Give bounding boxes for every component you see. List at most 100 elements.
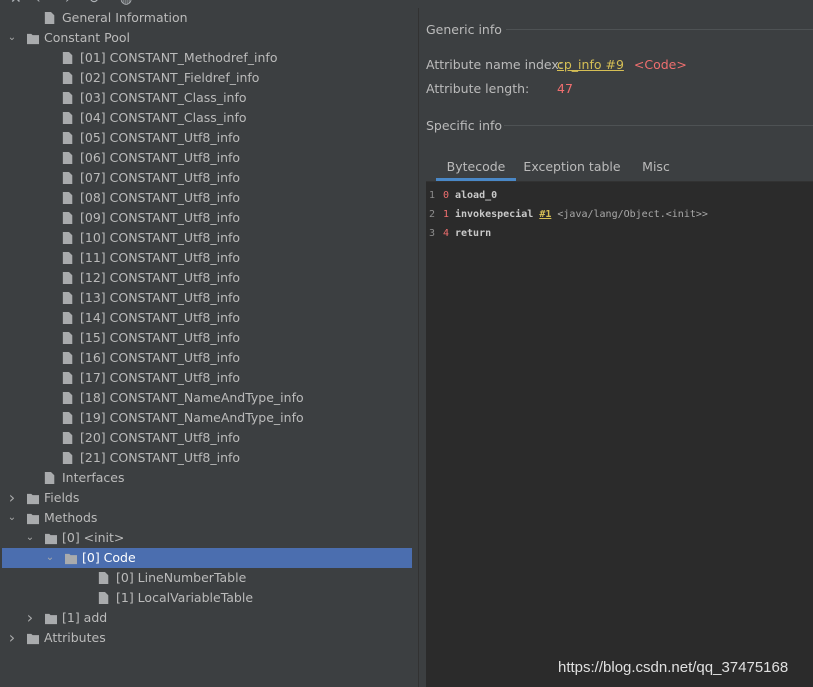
tree-node[interactable]: Interfaces xyxy=(0,468,418,488)
tree-node[interactable]: › [1] add xyxy=(0,608,418,628)
chevron-down-icon[interactable]: ⌄ xyxy=(6,508,18,528)
tree-node-label: [08] CONSTANT_Utf8_info xyxy=(80,190,241,205)
generic-info-divider xyxy=(506,29,813,30)
tree-node[interactable]: › Attributes xyxy=(0,628,418,648)
tree-node[interactable]: [02] CONSTANT_Fieldref_info xyxy=(0,68,418,88)
tree-node-label: Interfaces xyxy=(62,470,125,485)
chevron-right-icon[interactable]: › xyxy=(6,628,18,648)
tree-node-label: [16] CONSTANT_Utf8_info xyxy=(80,350,241,365)
tree-node-label: Fields xyxy=(44,490,80,505)
tree-node[interactable]: [09] CONSTANT_Utf8_info xyxy=(0,208,418,228)
web-icon[interactable]: ◍ xyxy=(120,0,132,7)
file-icon xyxy=(62,71,76,85)
tree-node[interactable]: ⌄ Methods xyxy=(0,508,418,528)
file-icon xyxy=(98,571,112,585)
bytecode-offset: 4 xyxy=(443,228,450,239)
chevron-down-icon[interactable]: ⌄ xyxy=(44,548,56,568)
tree-node[interactable]: [19] CONSTANT_NameAndType_info xyxy=(0,408,418,428)
bytecode-offset: 0 xyxy=(443,190,450,201)
file-icon xyxy=(62,211,76,225)
chevron-right-icon[interactable]: › xyxy=(6,488,18,508)
line-number: 2 xyxy=(429,209,436,220)
file-icon xyxy=(62,411,76,425)
forward-icon[interactable]: › xyxy=(65,0,71,7)
tree-node[interactable]: [07] CONSTANT_Utf8_info xyxy=(0,168,418,188)
folder-icon xyxy=(26,511,40,525)
bytecode-instruction: aload_0 xyxy=(455,190,498,201)
tree-node-label: [11] CONSTANT_Utf8_info xyxy=(80,250,241,265)
tree-node[interactable]: [14] CONSTANT_Utf8_info xyxy=(0,308,418,328)
attribute-name-index-value: cp_info #9 <Code> xyxy=(557,57,687,72)
file-icon xyxy=(44,11,58,25)
tree-node[interactable]: ⌄ [0] Code xyxy=(2,548,412,568)
tree-node[interactable]: [18] CONSTANT_NameAndType_info xyxy=(0,388,418,408)
close-icon[interactable]: ✕ xyxy=(10,0,22,7)
tree-node[interactable]: General Information xyxy=(0,8,418,28)
tree-node[interactable]: [21] CONSTANT_Utf8_info xyxy=(0,448,418,468)
tree-node-label: [0] LineNumberTable xyxy=(116,570,247,585)
tree-node[interactable]: [0] LineNumberTable xyxy=(0,568,418,588)
tree-node[interactable]: [17] CONSTANT_Utf8_info xyxy=(0,368,418,388)
tree-node[interactable]: [11] CONSTANT_Utf8_info xyxy=(0,248,418,268)
file-icon xyxy=(62,271,76,285)
file-icon xyxy=(62,171,76,185)
chevron-down-icon[interactable]: ⌄ xyxy=(6,28,18,48)
tree-node[interactable]: [03] CONSTANT_Class_info xyxy=(0,88,418,108)
tree-node-label: [14] CONSTANT_Utf8_info xyxy=(80,310,241,325)
bytecode-offset: 1 xyxy=(443,209,450,220)
tree-node[interactable]: [20] CONSTANT_Utf8_info xyxy=(0,428,418,448)
tree-node-label: [1] add xyxy=(62,610,108,625)
specific-info-divider xyxy=(504,125,813,126)
bytecode-comment: <java/lang/Object.<init>> xyxy=(557,209,708,220)
file-icon xyxy=(62,351,76,365)
file-icon xyxy=(62,331,76,345)
constant-pool-ref-link[interactable]: #1 xyxy=(539,209,551,220)
specific-info-title: Specific info xyxy=(426,118,503,133)
tree-node[interactable]: [06] CONSTANT_Utf8_info xyxy=(0,148,418,168)
chevron-right-icon[interactable]: › xyxy=(24,608,36,628)
attribute-name-index-label: Attribute name index: xyxy=(426,57,563,72)
tree-node[interactable]: [12] CONSTANT_Utf8_info xyxy=(0,268,418,288)
tab-exception-table[interactable]: Exception table xyxy=(522,155,622,181)
bytecode-view[interactable]: 1 0 aload_0 2 1 invokespecial #1 <java/lang/O… xyxy=(426,182,813,687)
refresh-icon[interactable]: ↻ xyxy=(88,0,100,7)
class-structure-tree: General Information ⌄ Constant Pool [01] CO… xyxy=(0,8,418,687)
bytecode-instruction: return xyxy=(455,228,492,239)
tree-node[interactable]: ⌄ [0] <init> xyxy=(0,528,418,548)
tree-node[interactable]: [15] CONSTANT_Utf8_info xyxy=(0,328,418,348)
tree-node-label: [0] Code xyxy=(82,550,136,565)
tree-node[interactable]: [1] LocalVariableTable xyxy=(0,588,418,608)
tree-node-label: [06] CONSTANT_Utf8_info xyxy=(80,150,241,165)
folder-icon xyxy=(26,31,40,45)
tab-misc[interactable]: Misc xyxy=(631,155,681,181)
tree-node[interactable]: [16] CONSTANT_Utf8_info xyxy=(0,348,418,368)
tree-node[interactable]: [10] CONSTANT_Utf8_info xyxy=(0,228,418,248)
tree-node[interactable]: [08] CONSTANT_Utf8_info xyxy=(0,188,418,208)
tree-node[interactable]: [05] CONSTANT_Utf8_info xyxy=(0,128,418,148)
tree-node[interactable]: [13] CONSTANT_Utf8_info xyxy=(0,288,418,308)
bytecode-instruction: invokespecial #1 <java/lang/Object.<init… xyxy=(455,209,708,220)
tree-node[interactable]: [01] CONSTANT_Methodref_info xyxy=(0,48,418,68)
back-icon[interactable]: ‹ xyxy=(35,0,41,7)
tree-node[interactable]: [04] CONSTANT_Class_info xyxy=(0,108,418,128)
tree-node-label: [02] CONSTANT_Fieldref_info xyxy=(80,70,260,85)
cp-info-link[interactable]: cp_info #9 xyxy=(557,57,624,72)
chevron-down-icon[interactable]: ⌄ xyxy=(24,528,36,548)
tree-node-label: [01] CONSTANT_Methodref_info xyxy=(80,50,278,65)
tree-node-label: [03] CONSTANT_Class_info xyxy=(80,90,247,105)
attribute-length-label: Attribute length: xyxy=(426,81,530,96)
tab-bytecode[interactable]: Bytecode xyxy=(436,155,516,181)
generic-info-title: Generic info xyxy=(426,22,502,37)
tree-node[interactable]: › Fields xyxy=(0,488,418,508)
file-icon xyxy=(62,291,76,305)
file-icon xyxy=(62,111,76,125)
tree-node-label: [20] CONSTANT_Utf8_info xyxy=(80,430,241,445)
folder-icon xyxy=(44,531,58,545)
tree-node-label: Attributes xyxy=(44,630,106,645)
file-icon xyxy=(44,471,58,485)
tree-node-label: [10] CONSTANT_Utf8_info xyxy=(80,230,241,245)
file-icon xyxy=(62,51,76,65)
tree-node[interactable]: ⌄ Constant Pool xyxy=(0,28,418,48)
file-icon xyxy=(98,591,112,605)
tree-node-label: [0] <init> xyxy=(62,530,125,545)
